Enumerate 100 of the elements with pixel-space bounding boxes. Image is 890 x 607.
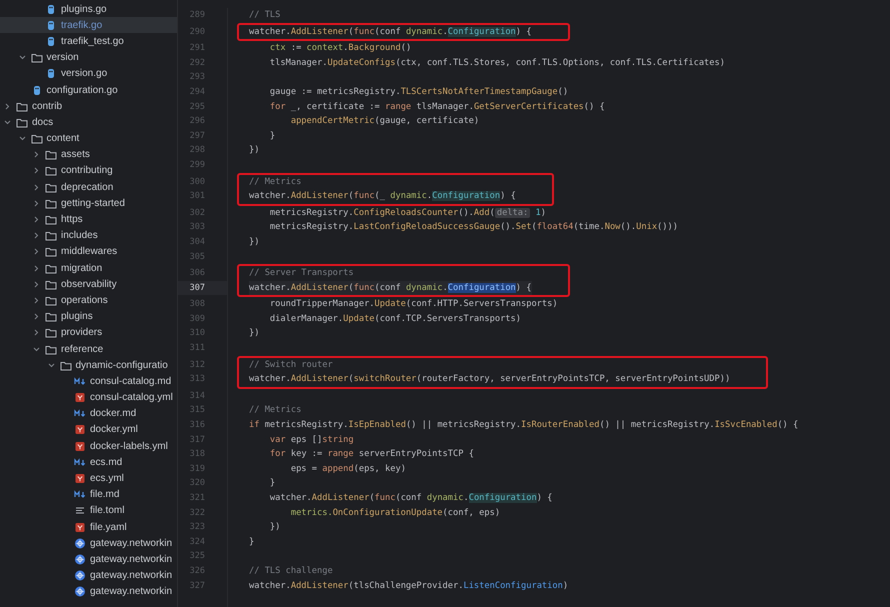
code-line: } (268, 477, 276, 490)
tree-item[interactable]: operations (0, 292, 177, 309)
line-number: 324 (188, 536, 206, 549)
folder-icon (45, 198, 57, 209)
tree-item[interactable]: getting-started (0, 195, 177, 212)
code-line: gauge := metricsRegistry.TLSCertsNotAfterTimestampGauge() (268, 86, 568, 99)
code-line: watcher.AddListener(func(conf dynamic.Configuration) { (249, 26, 532, 39)
tree-item[interactable]: assets (0, 146, 177, 163)
folder-icon (45, 327, 57, 338)
code-line: var eps []string (268, 434, 354, 447)
code-line: for _, certificate := range tlsManager.GetServerCertificates() { (268, 100, 605, 114)
tree-item[interactable]: file.toml (0, 502, 177, 519)
tree-item[interactable]: deprecation (0, 179, 177, 196)
code-line: tlsManager.UpdateConfigs(ctx, conf.TLS.Stores, conf.TLS.Options, conf.TLS.Certificates) (268, 56, 725, 70)
folder-icon (16, 100, 28, 112)
folder-icon (45, 182, 57, 193)
tree-item[interactable]: content (0, 130, 177, 147)
line-number: 312 (188, 358, 206, 372)
tree-item[interactable]: gateway.networkin (0, 535, 177, 552)
tree-item[interactable]: reference (0, 340, 177, 358)
tree-item[interactable]: consul-catalog.yml (0, 390, 177, 406)
code-line: // Metrics (249, 404, 302, 418)
tree-item[interactable]: configuration.go (0, 82, 177, 98)
tree-item[interactable]: docker.md (0, 406, 177, 422)
tree-item[interactable]: migration (0, 260, 177, 276)
tree-item[interactable]: providers (0, 324, 177, 341)
tree-item[interactable]: file.yaml (0, 519, 177, 536)
line-number: 294 (188, 86, 206, 99)
code-line: } (249, 536, 254, 549)
tree-item[interactable]: contrib (0, 98, 177, 114)
file-icon (45, 36, 57, 47)
tree-item[interactable]: plugins (0, 308, 177, 325)
folder-icon (45, 230, 57, 242)
code-line: // Metrics (249, 176, 302, 189)
tree-item[interactable]: version (0, 50, 177, 66)
lines-icon (74, 505, 86, 516)
folder-icon (45, 294, 57, 306)
line-number: 314 (188, 390, 206, 403)
code-line: watcher.AddListener(tlsChallengeProvider.ListenConfiguration) (249, 580, 568, 593)
tree-item[interactable]: file.md (0, 486, 177, 503)
line-number: 316 (188, 419, 206, 432)
line-number: 293 (188, 71, 206, 84)
tree-item[interactable]: includes (0, 228, 177, 244)
line-number: 307 (178, 280, 227, 296)
code-line: appendCertMetric(gauge, certificate) (290, 115, 480, 128)
code-line: watcher.AddListener(func(_ dynamic.Configuration) { (249, 190, 516, 204)
folder-icon (60, 360, 72, 371)
tree-item[interactable]: https (0, 211, 177, 228)
tree-item[interactable]: docker-labels.yml (0, 438, 177, 454)
tree-item[interactable]: gateway.networkin (0, 584, 177, 600)
code-line: dialerManager.Update(conf.TCP.ServersTransports) (268, 312, 521, 326)
code-line: }) (249, 327, 260, 340)
line-number: 317 (188, 434, 206, 447)
line-number: 318 (188, 448, 206, 462)
tree-item[interactable]: ecs.yml (0, 470, 177, 487)
folder-icon (16, 116, 28, 128)
folder-icon (45, 149, 57, 160)
line-number: 303 (188, 221, 206, 234)
file-badge-icon (74, 392, 86, 404)
line-number: 308 (188, 298, 206, 312)
tree-item[interactable]: gateway.networkin (0, 551, 177, 568)
code-line: // TLS (249, 9, 280, 22)
tree-item[interactable]: observability (0, 276, 177, 292)
file-icon (45, 68, 57, 80)
line-number: 313 (188, 373, 206, 386)
folder-icon (45, 278, 57, 290)
markdown-icon (74, 376, 86, 387)
tree-item[interactable]: version.go (0, 66, 177, 82)
line-number: 299 (188, 158, 206, 172)
wheel-icon (74, 570, 86, 582)
tree-item[interactable]: traefik.go (0, 17, 177, 34)
tree-item[interactable]: docker.yml (0, 422, 177, 438)
tree-item[interactable]: dynamic-configuratio (0, 357, 177, 374)
code-line: ctx := context.Background() (268, 42, 412, 56)
code-line: // Switch router (249, 358, 333, 372)
folder-icon (45, 165, 57, 176)
code-line: }) (268, 521, 280, 534)
tree-item[interactable]: consul-catalog.md (0, 373, 177, 390)
tree-item[interactable]: docs (0, 114, 177, 130)
code-line: eps = append(eps, key) (290, 462, 406, 476)
markdown-icon (74, 408, 86, 420)
tree-item[interactable]: ecs.md (0, 454, 177, 470)
code-line: if metricsRegistry.IsEpEnabled() || metricsRegistry.IsRouterEnabled() || metricsRegistry.IsSvcEnabled() { (249, 419, 798, 432)
tree-item[interactable]: gateway.networkin (0, 568, 177, 584)
tree-item[interactable]: middlewares (0, 244, 177, 260)
markdown-icon (74, 489, 86, 500)
line-number: 302 (188, 206, 206, 220)
line-number: 292 (188, 56, 206, 70)
tree-item[interactable]: contributing (0, 162, 177, 180)
tree-item[interactable]: traefik_test.go (0, 33, 177, 50)
code-line: for key := range serverEntryPointsTCP { (268, 448, 474, 462)
line-number: 321 (188, 492, 206, 505)
code-line: // TLS challenge (249, 564, 333, 578)
folder-icon (45, 214, 57, 226)
line-number: 290 (188, 26, 206, 39)
tree-item[interactable]: plugins.go (0, 1, 177, 18)
line-number: 323 (188, 521, 206, 534)
folder-icon (45, 246, 57, 258)
file-icon (45, 20, 57, 31)
line-number: 306 (188, 267, 206, 280)
